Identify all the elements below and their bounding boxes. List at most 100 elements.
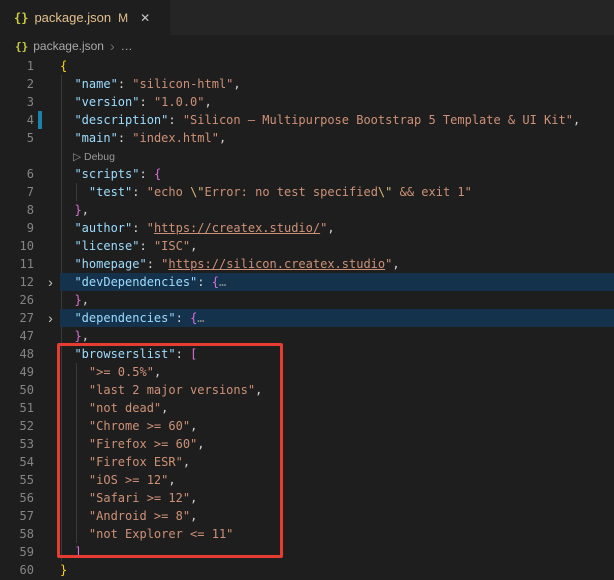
token xyxy=(60,365,89,379)
token xyxy=(60,455,89,469)
code-line-2[interactable]: 2 "name": "silicon-html", xyxy=(0,75,614,93)
code-text: "Firefox >= 60", xyxy=(60,435,205,453)
code-line-52[interactable]: 52 "Chrome >= 60", xyxy=(0,417,614,435)
code-line-8[interactable]: 8 }, xyxy=(0,201,614,219)
token: ] xyxy=(74,545,81,559)
code-line-3[interactable]: 3 "version": "1.0.0", xyxy=(0,93,614,111)
token: "Firefox >= 60" xyxy=(89,437,197,451)
line-number: 60 xyxy=(0,561,34,579)
code-line-55[interactable]: 55 "iOS >= 12", xyxy=(0,471,614,489)
chevron-right-icon: › xyxy=(110,40,115,52)
token xyxy=(60,257,74,271)
token: , xyxy=(154,365,161,379)
token xyxy=(60,527,89,541)
code-line-53[interactable]: 53 "Firefox >= 60", xyxy=(0,435,614,453)
code-text: "Firefox ESR", xyxy=(60,453,190,471)
code-editor[interactable]: 1{2 "name": "silicon-html",3 "version": … xyxy=(0,57,614,580)
code-line-51[interactable]: 51 "not dead", xyxy=(0,399,614,417)
fold-chevron-icon[interactable]: › xyxy=(43,309,58,327)
code-text: "main": "index.html", xyxy=(60,129,226,147)
code-line-5[interactable]: 5 "main": "index.html", xyxy=(0,129,614,147)
token: : xyxy=(132,221,146,235)
code-line-10[interactable]: 10 "license": "ISC", xyxy=(0,237,614,255)
code-line-57[interactable]: 57 "Android >= 8", xyxy=(0,507,614,525)
line-number: 1 xyxy=(0,57,34,75)
line-number: 48 xyxy=(0,345,34,363)
token: "not Explorer <= 11" xyxy=(89,527,234,541)
code-text: }, xyxy=(60,201,89,219)
token: } xyxy=(74,329,81,343)
token: , xyxy=(168,473,175,487)
line-number: 59 xyxy=(0,543,34,561)
line-number: 7 xyxy=(0,183,34,201)
code-line-11[interactable]: 11 "homepage": "https://silicon.createx.… xyxy=(0,255,614,273)
line-number: 50 xyxy=(0,381,34,399)
token xyxy=(60,293,74,307)
code-line-58[interactable]: 58 "not Explorer <= 11" xyxy=(0,525,614,543)
fold-chevron-icon[interactable]: › xyxy=(43,273,58,291)
token: : xyxy=(168,113,182,127)
breadcrumb: {} package.json › … xyxy=(0,35,614,57)
token: "name" xyxy=(74,77,117,91)
line-number: 10 xyxy=(0,237,34,255)
token: "Android >= 8" xyxy=(89,509,190,523)
code-line-54[interactable]: 54 "Firefox ESR", xyxy=(0,453,614,471)
code-line-49[interactable]: 49 ">= 0.5%", xyxy=(0,363,614,381)
token: : xyxy=(139,167,153,181)
json-file-icon: {} xyxy=(14,11,28,25)
token: : xyxy=(147,257,161,271)
tab-bar: {} package.json M ✕ xyxy=(0,0,614,35)
token xyxy=(60,203,74,217)
breadcrumb-file[interactable]: package.json xyxy=(33,39,104,53)
token: "devDependencies" xyxy=(74,275,197,289)
token xyxy=(60,491,89,505)
token xyxy=(60,545,74,559)
line-number: 27 xyxy=(0,309,34,327)
code-text: }, xyxy=(60,327,89,345)
codelens-row[interactable]: ▷ Debug xyxy=(0,147,614,165)
breadcrumb-symbol[interactable]: … xyxy=(121,39,133,53)
code-line-6[interactable]: 6 "scripts": { xyxy=(0,165,614,183)
token: "echo xyxy=(147,185,190,199)
code-line-7[interactable]: 7 "test": "echo \"Error: no test specifi… xyxy=(0,183,614,201)
token: , xyxy=(190,239,197,253)
code-line-60[interactable]: 60} xyxy=(0,561,614,579)
line-number: 53 xyxy=(0,435,34,453)
code-text: "dependencies": {… xyxy=(60,309,203,327)
code-line-50[interactable]: 50 "last 2 major versions", xyxy=(0,381,614,399)
tab-package-json[interactable]: {} package.json M ✕ xyxy=(0,0,170,35)
token xyxy=(60,401,89,415)
token: "ISC" xyxy=(154,239,190,253)
code-line-59[interactable]: 59 ] xyxy=(0,543,614,561)
token xyxy=(60,383,89,397)
line-number: 6 xyxy=(0,165,34,183)
code-text: ] xyxy=(60,543,82,561)
token: , xyxy=(255,383,262,397)
token: "silicon-html" xyxy=(132,77,233,91)
code-line-47[interactable]: 47 }, xyxy=(0,327,614,345)
token: "not dead" xyxy=(89,401,161,415)
line-number: 58 xyxy=(0,525,34,543)
token xyxy=(60,509,89,523)
token: "author" xyxy=(74,221,132,235)
close-icon[interactable]: ✕ xyxy=(140,11,150,25)
line-number: 56 xyxy=(0,489,34,507)
code-line-26[interactable]: 26 }, xyxy=(0,291,614,309)
code-line-56[interactable]: 56 "Safari >= 12", xyxy=(0,489,614,507)
code-line-1[interactable]: 1{ xyxy=(0,57,614,75)
token: , xyxy=(327,221,334,235)
code-text: "name": "silicon-html", xyxy=(60,75,241,93)
code-text: "not Explorer <= 11" xyxy=(60,525,233,543)
code-line-4[interactable]: 4 "description": "Silicon – Multipurpose… xyxy=(0,111,614,129)
token: { xyxy=(60,59,67,73)
code-line-12[interactable]: 12› "devDependencies": {… xyxy=(0,273,614,291)
token xyxy=(60,113,74,127)
line-number: 11 xyxy=(0,255,34,273)
code-line-9[interactable]: 9 "author": "https://createx.studio/", xyxy=(0,219,614,237)
line-number: 47 xyxy=(0,327,34,345)
code-text: "author": "https://createx.studio/", xyxy=(60,219,335,237)
code-line-27[interactable]: 27 › "dependencies": {… xyxy=(0,309,614,327)
codelens-debug-action[interactable]: ▷ Debug xyxy=(73,148,115,166)
json-file-icon: {} xyxy=(15,40,28,53)
code-line-48[interactable]: 48 "browserslist": [ xyxy=(0,345,614,363)
